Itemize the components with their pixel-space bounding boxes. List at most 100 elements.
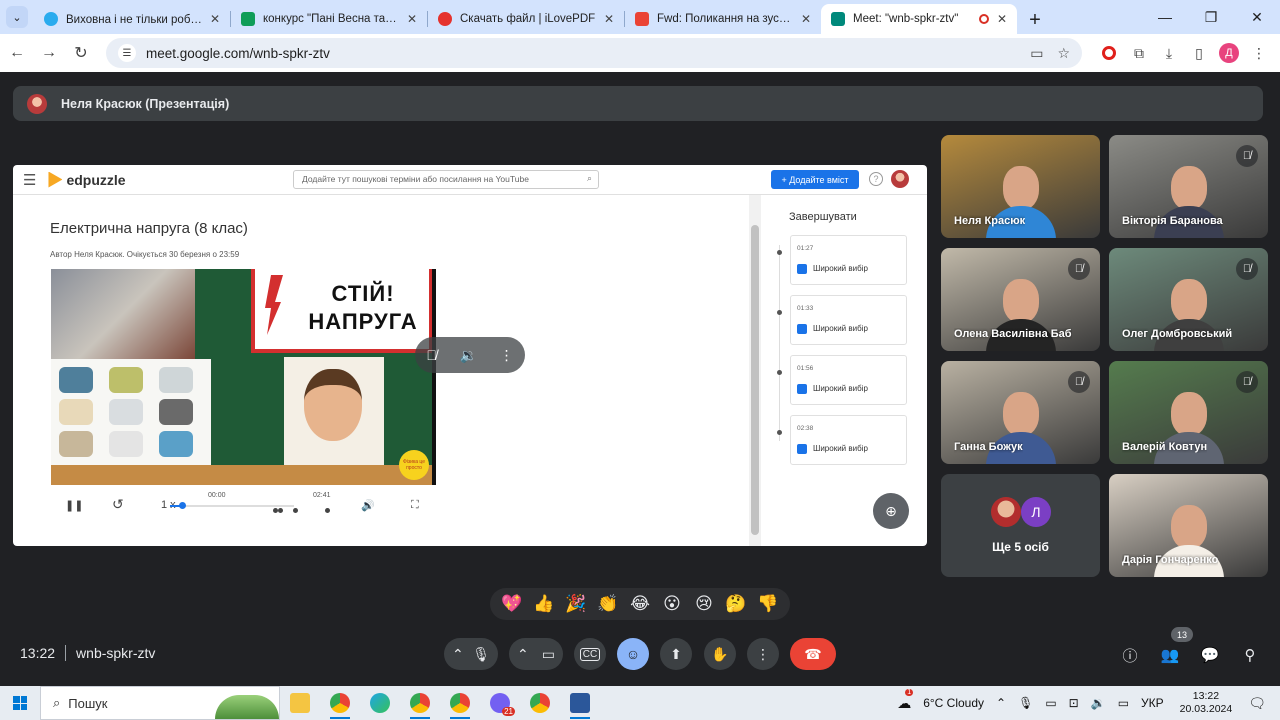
- zoom-in-icon[interactable]: ⊕: [873, 493, 909, 529]
- participant-tile[interactable]: 🎙̸ Валерій Ковтун: [1109, 361, 1268, 464]
- browser-tab[interactable]: Скачать файл | iLovePDF ✕: [428, 4, 624, 34]
- party-reaction[interactable]: 🎉: [564, 594, 588, 614]
- laugh-reaction[interactable]: 😂: [628, 594, 652, 614]
- maximize-icon[interactable]: ❐: [1188, 0, 1234, 34]
- video-player[interactable]: СТІЙ! НАПРУГА Фізика це просто: [51, 269, 436, 485]
- tab-search-icon[interactable]: ⌄: [6, 6, 28, 28]
- opera-extension-icon[interactable]: [1094, 38, 1124, 68]
- sad-reaction[interactable]: 😢: [692, 594, 716, 614]
- help-icon[interactable]: ?: [869, 172, 883, 186]
- site-info-icon[interactable]: ☰: [118, 44, 136, 62]
- sidebar-icon[interactable]: ▯: [1184, 38, 1214, 68]
- scrollbar[interactable]: [749, 195, 761, 546]
- participant-tile[interactable]: Неля Красюк: [941, 135, 1100, 238]
- question-card[interactable]: 01:27 Широкий вибір: [790, 235, 907, 285]
- question-marker[interactable]: [278, 508, 283, 513]
- volume-tray-icon[interactable]: 🔉: [1091, 696, 1106, 710]
- new-tab-button[interactable]: +: [1021, 6, 1049, 34]
- question-marker[interactable]: [325, 508, 330, 513]
- surprised-reaction[interactable]: 😮: [660, 594, 684, 614]
- viber-app[interactable]: 21: [480, 686, 520, 720]
- question-card[interactable]: 02:38 Широкий вибір: [790, 415, 907, 465]
- add-content-button[interactable]: + Додайте вміст: [771, 170, 859, 189]
- word-app[interactable]: [560, 686, 600, 720]
- participant-tile[interactable]: 🎙̸ Вікторія Баранова: [1109, 135, 1268, 238]
- chrome-profile-app[interactable]: [400, 686, 440, 720]
- bookmark-star-icon[interactable]: ☆: [1057, 45, 1070, 62]
- close-tab-icon[interactable]: ✕: [997, 12, 1007, 26]
- hamburger-menu-icon[interactable]: ☰: [23, 171, 36, 189]
- close-window-icon[interactable]: ✕: [1234, 0, 1280, 34]
- chrome-app[interactable]: [320, 686, 360, 720]
- close-tab-icon[interactable]: ✕: [407, 12, 417, 26]
- leave-call-button[interactable]: ☎: [790, 638, 836, 670]
- edpuzzle-logo[interactable]: edpuzzle: [48, 171, 126, 188]
- battery-icon[interactable]: ▭: [1118, 696, 1129, 710]
- pause-icon[interactable]: ❚❚: [65, 499, 83, 512]
- minimize-icon[interactable]: —: [1142, 0, 1188, 34]
- camera-control[interactable]: ⌃ ▭: [509, 638, 563, 670]
- edge-app[interactable]: [360, 686, 400, 720]
- volume-icon[interactable]: 🔊: [361, 499, 375, 512]
- reload-icon[interactable]: ↻: [66, 38, 96, 68]
- download-icon[interactable]: ⤓: [1154, 38, 1184, 68]
- browser-tab[interactable]: конкурс "Пані Весна та Пан Бе ✕: [231, 4, 427, 34]
- camera-in-use-icon[interactable]: ▭: [1030, 45, 1043, 62]
- mic-icon[interactable]: 🎙: [472, 646, 490, 663]
- chat-icon[interactable]: 💬: [1199, 644, 1221, 666]
- more-options-button[interactable]: ⋮: [747, 638, 779, 670]
- activities-icon[interactable]: ⚲: [1239, 644, 1261, 666]
- close-tab-icon[interactable]: ✕: [210, 12, 220, 26]
- volume-icon[interactable]: 🔉: [460, 347, 477, 364]
- present-button[interactable]: ⬆: [660, 638, 692, 670]
- rewind-icon[interactable]: ↺: [112, 496, 124, 513]
- thinking-reaction[interactable]: 🤔: [724, 594, 748, 614]
- user-avatar[interactable]: [891, 170, 909, 188]
- camera-tray-icon[interactable]: ▭: [1045, 696, 1056, 710]
- mic-tray-icon[interactable]: 🎙: [1018, 696, 1033, 710]
- participant-tile[interactable]: Дарія Гончаренко: [1109, 474, 1268, 577]
- muted-mic-icon[interactable]: 🎙̸: [426, 347, 437, 363]
- browser-tab[interactable]: Fwd: Поликання на зустріч - ( ✕: [625, 4, 821, 34]
- raise-hand-button[interactable]: ✋: [704, 638, 736, 670]
- extensions-icon[interactable]: ⧉: [1124, 38, 1154, 68]
- weather-icon[interactable]: ☁ 1: [897, 688, 914, 712]
- video-progress-bar[interactable]: [170, 502, 294, 509]
- heart-reaction[interactable]: 💖: [500, 594, 524, 614]
- browser-tab-active[interactable]: Meet: "wnb-spkr-ztv" ✕: [821, 4, 1017, 34]
- participant-tile[interactable]: 🎙̸ Олег Домбровський: [1109, 248, 1268, 351]
- mic-control[interactable]: ⌃ 🎙: [444, 638, 498, 670]
- clock[interactable]: 13:22 20.03.2024: [1180, 690, 1233, 716]
- forward-icon[interactable]: →: [34, 38, 64, 68]
- weather-text[interactable]: 6°C Cloudy: [923, 696, 984, 710]
- chrome-profile-app[interactable]: [440, 686, 480, 720]
- close-tab-icon[interactable]: ✕: [604, 12, 614, 26]
- chevron-up-icon[interactable]: ⌃: [517, 646, 529, 663]
- question-card[interactable]: 01:33 Широкий вибір: [790, 295, 907, 345]
- thumbs-up-reaction[interactable]: 👍: [532, 594, 556, 614]
- language-indicator[interactable]: УКР: [1141, 696, 1164, 710]
- taskbar-search[interactable]: ⌕ Пошук: [40, 686, 280, 720]
- clap-reaction[interactable]: 👏: [596, 594, 620, 614]
- reactions-button[interactable]: ☺: [617, 638, 649, 670]
- start-button[interactable]: [0, 686, 40, 720]
- question-card[interactable]: 01:56 Широкий вибір: [790, 355, 907, 405]
- thumbs-down-reaction[interactable]: 👎: [756, 594, 780, 614]
- chevron-up-icon[interactable]: ⌃: [996, 696, 1006, 710]
- notifications-icon[interactable]: 🗨: [1248, 695, 1266, 712]
- edpuzzle-search-input[interactable]: Додайте тут пошукові терміни або посилан…: [293, 170, 599, 189]
- file-explorer-app[interactable]: [280, 686, 320, 720]
- chevron-up-icon[interactable]: ⌃: [452, 646, 464, 663]
- chrome-app[interactable]: [520, 686, 560, 720]
- profile-avatar[interactable]: Д: [1214, 38, 1244, 68]
- participant-tile[interactable]: 🎙̸ Олена Василівна Баб: [941, 248, 1100, 351]
- search-icon[interactable]: ⌕: [587, 173, 592, 184]
- more-participants-tile[interactable]: Л Ще 5 осіб: [941, 474, 1100, 577]
- url-input[interactable]: ☰ meet.google.com/wnb-spkr-ztv ▭ ☆: [106, 38, 1082, 68]
- browser-tab[interactable]: Виховна і не тільки робота 👩‍🏫 ✕: [34, 4, 230, 34]
- close-tab-icon[interactable]: ✕: [801, 12, 811, 26]
- question-marker[interactable]: [293, 508, 298, 513]
- fullscreen-icon[interactable]: ⛶: [411, 499, 419, 512]
- captions-button[interactable]: CC: [574, 638, 606, 670]
- meeting-details-icon[interactable]: ⓘ: [1119, 644, 1141, 666]
